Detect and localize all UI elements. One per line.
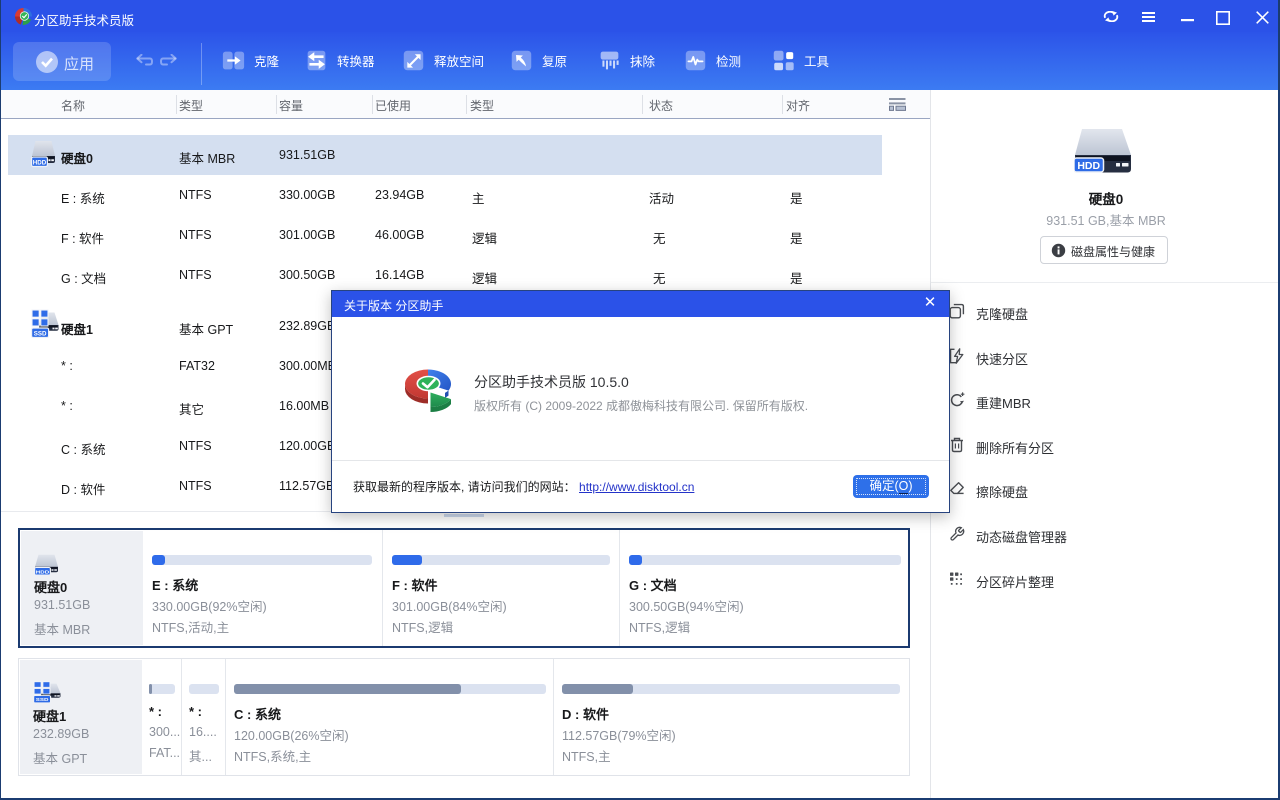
svg-text:HDD: HDD bbox=[33, 159, 47, 166]
svg-text:SSD: SSD bbox=[36, 698, 49, 703]
svg-text:SSD: SSD bbox=[34, 330, 47, 337]
svg-text:HDD: HDD bbox=[36, 570, 49, 575]
svg-text:HDD: HDD bbox=[1077, 160, 1100, 172]
